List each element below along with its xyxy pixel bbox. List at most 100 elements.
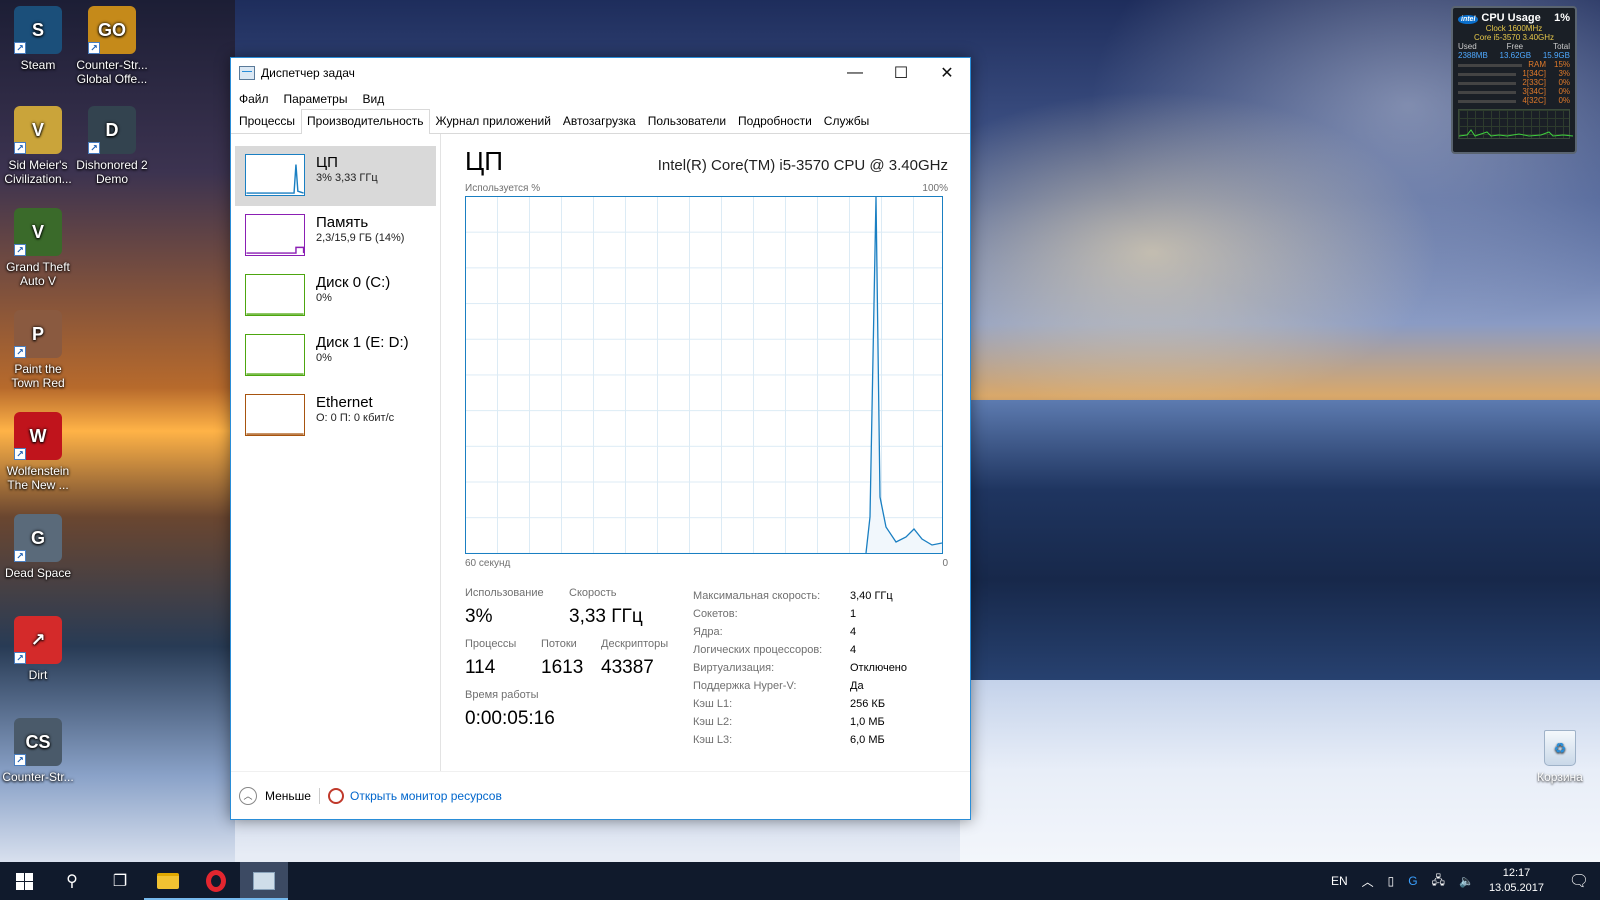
action-center-button[interactable]: 🗨 <box>1558 862 1600 900</box>
network-icon[interactable]: 🖧 <box>1432 871 1445 892</box>
resource-item[interactable]: ЦП 3% 3,33 ГГц <box>235 146 436 206</box>
graph-time-span: 60 секунд <box>465 558 511 569</box>
folder-icon <box>157 873 179 889</box>
tablet-icon[interactable]: ▯ <box>1388 874 1395 888</box>
desktop-shortcut[interactable]: CS ↗ Counter-Str... <box>0 718 76 784</box>
resource-name: Память <box>316 214 369 231</box>
desktop-shortcut[interactable]: GO ↗ Counter-Str... Global Offe... <box>74 6 150 86</box>
recycle-bin-label: Корзина <box>1537 770 1583 784</box>
tab-startup[interactable]: Автозагрузка <box>557 109 642 133</box>
start-button[interactable] <box>0 862 48 900</box>
desktop-shortcut[interactable]: V ↗ Sid Meier's Civilization... <box>0 106 76 186</box>
desktop-shortcut[interactable]: W ↗ Wolfenstein The New ... <box>0 412 76 492</box>
tab-performance[interactable]: Производительность <box>301 109 430 134</box>
cpu-model-name: Intel(R) Core(TM) i5-3570 CPU @ 3.40GHz <box>657 157 948 174</box>
taskbar-opera[interactable] <box>192 862 240 900</box>
taskbar-task-manager[interactable] <box>240 862 288 900</box>
desktop-shortcut-label: Grand Theft Auto V <box>6 260 70 288</box>
spec-key: Кэш L3: <box>693 734 733 746</box>
steam-icon: S ↗ <box>14 6 62 54</box>
spec-value: 1 <box>850 608 857 620</box>
resource-item[interactable]: Диск 1 (E: D:) 0% <box>235 326 436 386</box>
clock-date: 13.05.2017 <box>1488 882 1544 894</box>
resource-item[interactable]: Диск 0 (C:) 0% <box>235 266 436 326</box>
notification-icon: 🗨 <box>1568 873 1590 890</box>
spec-value: Отключено <box>850 662 907 674</box>
gadget-cpu-model: Core i5-3570 3.40GHz <box>1473 33 1555 42</box>
gadget-usage-graph <box>1458 109 1574 139</box>
gadget-ram-label: RAM <box>1528 60 1546 69</box>
clock-time: 12:17 <box>1502 867 1531 879</box>
desktop-shortcut-label: Counter-Str... Global Offe... <box>76 58 148 86</box>
volume-icon[interactable]: 🔈 <box>1459 874 1474 888</box>
spec-key: Ядра: <box>693 626 723 638</box>
open-resource-monitor-link[interactable]: Открыть монитор ресурсов <box>350 789 502 803</box>
chevron-up-icon[interactable]: ︿ <box>1362 873 1374 890</box>
menu-file[interactable]: Файл <box>239 92 269 106</box>
resource-name: Диск 1 (E: D:) <box>316 334 409 351</box>
clock[interactable]: 12:17 13.05.2017 <box>1489 866 1544 896</box>
desktop-shortcut-label: Dirt <box>28 668 48 682</box>
resource-name: Ethernet <box>316 394 373 411</box>
logitech-icon[interactable]: G <box>1408 874 1417 888</box>
desktop-shortcut[interactable]: S ↗ Steam <box>0 6 76 72</box>
resource-item[interactable]: Память 2,3/15,9 ГБ (14%) <box>235 206 436 266</box>
maximize-button[interactable]: ☐ <box>878 58 924 88</box>
search-button[interactable]: ⚲ <box>48 862 96 900</box>
menu-view[interactable]: Вид <box>362 92 384 106</box>
resource-thumbnail-graph <box>245 334 305 376</box>
handles-label: Дескрипторы <box>601 638 669 650</box>
desktop-shortcut-label: Steam <box>20 58 56 72</box>
spec-row: Кэш L2: 1,0 МБ <box>693 713 907 731</box>
desktop-shortcut[interactable]: D ↗ Dishonored 2 Demo <box>74 106 150 186</box>
wallpaper-hills <box>960 400 1600 700</box>
usage-value: 3% <box>465 606 493 627</box>
fewer-details-button[interactable]: Меньше <box>265 789 311 803</box>
desktop-shortcut-label: Paint the Town Red <box>11 362 65 390</box>
threads-value: 1613 <box>541 657 584 678</box>
shortcut-arrow-icon: ↗ <box>14 42 26 54</box>
tab-app-history[interactable]: Журнал приложений <box>430 109 557 133</box>
desktop-shortcut[interactable]: P ↗ Paint the Town Red <box>0 310 76 390</box>
taskbar-file-explorer[interactable] <box>144 862 192 900</box>
threads-label: Потоки <box>541 638 577 650</box>
close-button[interactable]: ✕ <box>924 58 970 88</box>
dishonored-icon: D ↗ <box>88 106 136 154</box>
performance-content: ЦП 3% 3,33 ГГц Память 2,3/15,9 ГБ (14%) Диск… <box>231 134 970 771</box>
tab-users[interactable]: Пользователи <box>642 109 732 133</box>
desktop-shortcut[interactable]: V ↗ Grand Theft Auto V <box>0 208 76 288</box>
menu-options[interactable]: Параметры <box>284 92 348 106</box>
spec-value: 1,0 МБ <box>850 716 885 728</box>
cpu-usage-gadget[interactable]: intel CPU Usage 1% Clock 1600MHz Core i5-… <box>1451 6 1577 154</box>
gadget-core-pct: 0% <box>1558 96 1570 105</box>
taskbar: ⚲ ❐ EN ︿ ▯ G 🖧 🔈 12:17 13.05.2017 🗨 <box>0 862 1600 900</box>
chevron-up-icon[interactable]: ︿ <box>239 786 257 805</box>
system-tray: EN ︿ ▯ G 🖧 🔈 12:17 13.05.2017 🗨 <box>1324 862 1600 900</box>
shortcut-arrow-icon: ↗ <box>14 448 26 460</box>
spec-key: Виртуализация: <box>693 662 775 674</box>
task-view-button[interactable]: ❐ <box>96 862 144 900</box>
desktop-shortcut[interactable]: ↗ ↗ Dirt <box>0 616 76 682</box>
tab-processes[interactable]: Процессы <box>233 109 301 133</box>
resource-item[interactable]: Ethernet О: 0 П: 0 кбит/с <box>235 386 436 446</box>
recycle-bin[interactable]: ♻ Корзина <box>1525 730 1595 784</box>
spec-value: 6,0 МБ <box>850 734 885 746</box>
gadget-core-bar <box>1458 91 1517 94</box>
tab-services[interactable]: Службы <box>818 109 875 133</box>
gadget-core-bar <box>1458 73 1517 76</box>
shortcut-arrow-icon: ↗ <box>14 754 26 766</box>
tab-details[interactable]: Подробности <box>732 109 818 133</box>
gadget-mem-free: 13.62GB <box>1499 51 1532 60</box>
gadget-core-pct: 0% <box>1558 78 1570 87</box>
spec-row: Максимальная скорость: 3,40 ГГц <box>693 587 907 605</box>
title-bar[interactable]: Диспетчер задач — ☐ ✕ <box>231 58 970 88</box>
resource-sidebar: ЦП 3% 3,33 ГГц Память 2,3/15,9 ГБ (14%) Диск… <box>231 134 441 771</box>
gadget-core-bar <box>1458 82 1517 85</box>
spec-row: Логических процессоров: 4 <box>693 641 907 659</box>
resource-value: 2,3/15,9 ГБ (14%) <box>316 232 405 244</box>
menu-bar: Файл Параметры Вид <box>231 88 970 110</box>
desktop-shortcut[interactable]: G ↗ Dead Space <box>0 514 76 580</box>
resource-name: Диск 0 (C:) <box>316 274 391 291</box>
minimize-button[interactable]: — <box>832 58 878 88</box>
language-indicator[interactable]: EN <box>1331 874 1348 888</box>
